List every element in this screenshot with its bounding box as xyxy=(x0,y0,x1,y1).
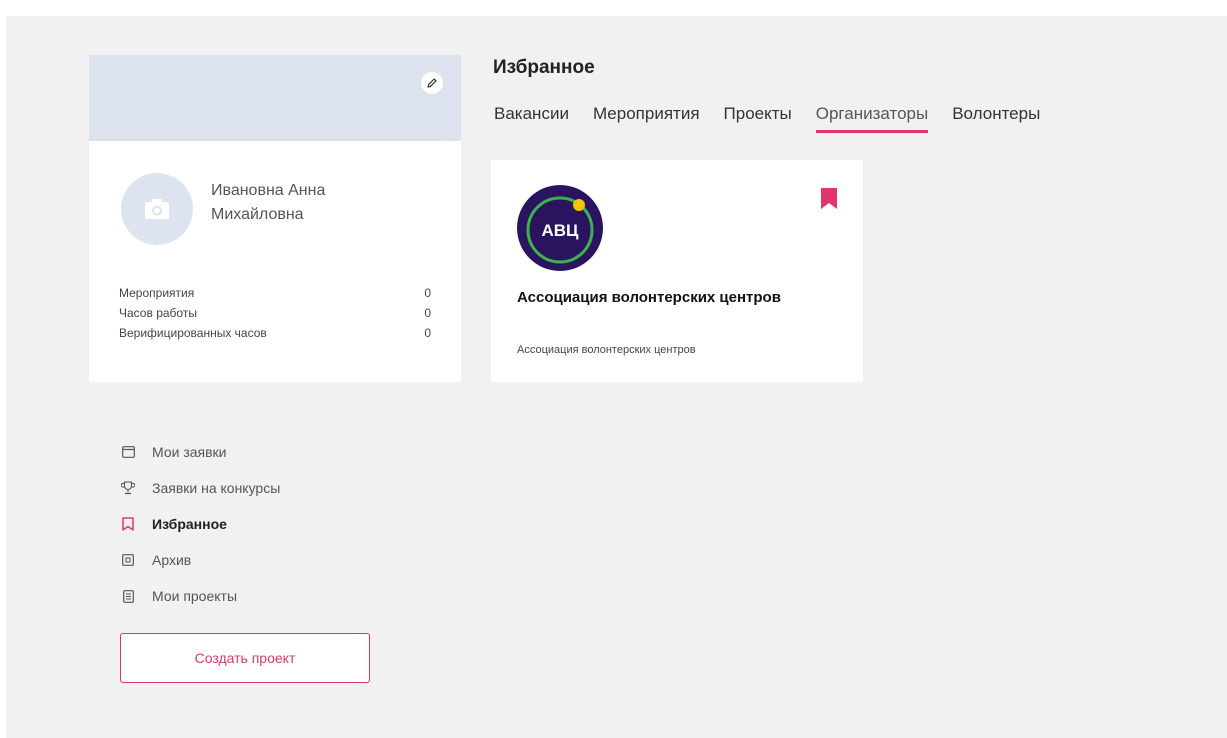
tab-vacancies[interactable]: Вакансии xyxy=(494,104,569,133)
pencil-icon xyxy=(427,78,437,88)
sidebar-item-label: Мои заявки xyxy=(152,444,227,460)
organization-logo: АВЦ xyxy=(515,183,605,273)
profile-stats: Мероприятия 0 Часов работы 0 Верифициров… xyxy=(119,283,431,343)
sidebar-item-my-applications[interactable]: Мои заявки xyxy=(121,434,421,470)
tab-projects[interactable]: Проекты xyxy=(724,104,792,133)
camera-icon xyxy=(145,199,169,219)
profile-cover xyxy=(89,55,461,141)
sidebar-item-favorites[interactable]: Избранное xyxy=(121,506,421,542)
sidebar-item-label: Заявки на конкурсы xyxy=(152,480,281,496)
logo-text: АВЦ xyxy=(542,221,580,240)
stat-label: Верифицированных часов xyxy=(119,326,267,340)
avatar[interactable] xyxy=(121,173,193,245)
profile-card: Ивановна Анна Михайловна Мероприятия 0 Ч… xyxy=(89,55,461,382)
sidebar-item-label: Архив xyxy=(152,552,192,568)
organization-subtitle: Ассоциация волонтерских центров xyxy=(517,344,696,356)
sidebar-menu: Мои заявки Заявки на конкурсы Избранное … xyxy=(121,434,421,614)
bookmark-filled-icon xyxy=(821,188,837,209)
remove-bookmark-button[interactable] xyxy=(821,188,837,209)
stat-row-verified-hours: Верифицированных часов 0 xyxy=(119,323,431,343)
edit-profile-button[interactable] xyxy=(421,72,443,94)
archive-icon xyxy=(121,552,135,568)
profile-name: Ивановна Анна Михайловна xyxy=(211,179,411,227)
stat-value: 0 xyxy=(424,306,431,320)
stat-row-hours: Часов работы 0 xyxy=(119,303,431,323)
sidebar-item-archive[interactable]: Архив xyxy=(121,542,421,578)
stat-label: Мероприятия xyxy=(119,286,195,300)
tab-events[interactable]: Мероприятия xyxy=(593,104,700,133)
tab-organizers[interactable]: Организаторы xyxy=(815,104,929,133)
profile-name-line1: Ивановна Анна xyxy=(211,182,326,199)
create-project-button[interactable]: Создать проект xyxy=(120,633,370,683)
favorites-tabs: Вакансии Мероприятия Проекты Организатор… xyxy=(494,104,1064,133)
organizer-card[interactable]: АВЦ Ассоциация волонтерских центров Ассо… xyxy=(491,160,863,382)
sidebar-item-label: Мои проекты xyxy=(152,588,238,604)
sidebar-item-my-projects[interactable]: Мои проекты xyxy=(121,578,421,614)
document-icon xyxy=(121,588,135,604)
bookmark-icon xyxy=(121,516,135,532)
profile-name-line2: Михайловна xyxy=(211,206,304,223)
calendar-icon xyxy=(121,444,135,460)
organization-title[interactable]: Ассоциация волонтерских центров xyxy=(517,288,817,308)
stat-row-events: Мероприятия 0 xyxy=(119,283,431,303)
tab-volunteers[interactable]: Волонтеры xyxy=(952,104,1040,133)
sidebar-item-contest-applications[interactable]: Заявки на конкурсы xyxy=(121,470,421,506)
stat-value: 0 xyxy=(424,286,431,300)
stat-label: Часов работы xyxy=(119,306,197,320)
trophy-icon xyxy=(121,480,135,496)
sidebar-item-label: Избранное xyxy=(152,516,227,532)
page-title: Избранное xyxy=(493,57,595,78)
stat-value: 0 xyxy=(424,326,431,340)
